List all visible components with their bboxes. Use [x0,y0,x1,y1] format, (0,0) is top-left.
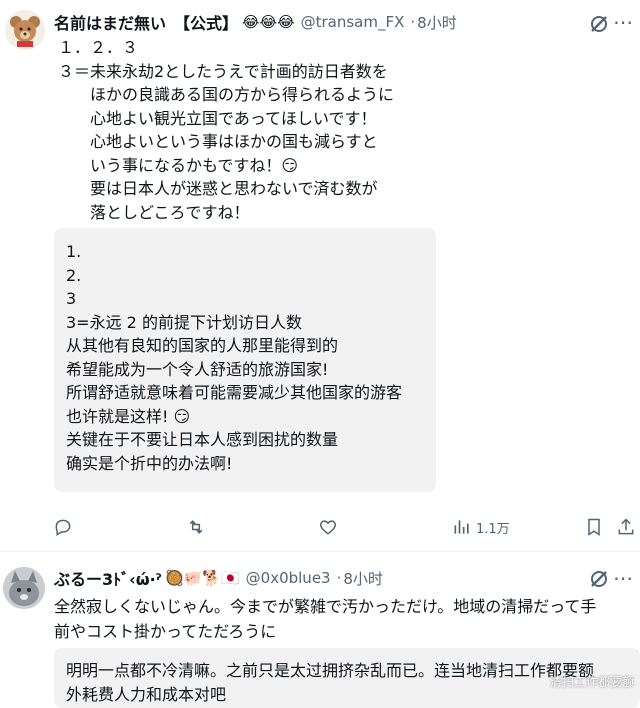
grok-icon[interactable] [589,569,609,589]
more-options-icon[interactable]: ⋯ [613,10,634,34]
tweet-header: ぶるー3ﾄﾞ‹ώ·ˀ 🥘🐖🐕🇯🇵 @0x0blue3 · 8小时 [54,566,383,590]
tweet-text: 全然寂しくないじゃん。今までが繁雑で汚かっただけ。地域の清掃だって手 前やコスト… [54,597,597,641]
heart-icon [319,520,337,535]
repost-icon [189,520,203,534]
separator-dot: · [410,13,416,31]
share-icon [618,518,634,535]
divider [0,551,640,552]
more-options-icon[interactable]: ⋯ [613,566,634,590]
tweet: 名前はまだ無い 【公式】 😂😂😂 @transam_FX · 8小时 ⋯ １．２… [0,0,640,548]
translation-text: 明明一点都不冷清嘛。之前只是太过拥挤杂乱而已。连当地清扫工作都要额 外耗费人力和… [66,661,595,704]
reply-button[interactable] [53,514,73,540]
translation-box: 1. 2. 3 3=永远 2 的前提下计划访日人数 从其他有良知的国家的人那里能… [54,228,436,492]
action-bar: 1.1万 [0,514,640,540]
tweet-header: 名前はまだ無い 【公式】 😂😂😂 @transam_FX · 8小时 [54,10,457,34]
display-name[interactable]: ぶるー3ﾄﾞ‹ώ·ˀ [54,566,161,590]
translation-text: 1. 2. 3 3=永远 2 的前提下计划访日人数 从其他有良知的国家的人那里能… [66,242,403,473]
repost-button[interactable] [186,514,206,540]
name-emojis: 😂😂😂 [242,13,295,31]
grok-icon[interactable] [589,14,609,34]
share-button[interactable] [616,514,636,540]
like-button[interactable] [318,514,338,540]
display-name[interactable]: 名前はまだ無い 【公式】 [54,10,238,34]
timestamp[interactable]: 8小时 [343,568,383,589]
views-icon [454,520,469,534]
views-button[interactable]: 1.1万 [452,514,510,540]
bookmark-button[interactable] [584,514,604,540]
reply-icon [55,519,71,536]
watermark: 清扫工作都要额 [549,675,634,689]
timestamp[interactable]: 8小时 [417,12,457,33]
avatar[interactable] [3,567,45,609]
bookmark-icon [588,518,600,536]
tweet-text: １．２．３ ３＝未来永劫2としたうえで計画的訪日者数を ほかの良識ある国の方から… [58,38,395,222]
handle[interactable]: @0x0blue3 [246,569,331,587]
name-emojis: 🥘🐖🐕🇯🇵 [164,569,240,587]
avatar[interactable] [5,10,45,50]
separator-dot: · [336,569,342,587]
handle[interactable]: @transam_FX [301,13,405,31]
views-count: 1.1万 [476,521,510,537]
